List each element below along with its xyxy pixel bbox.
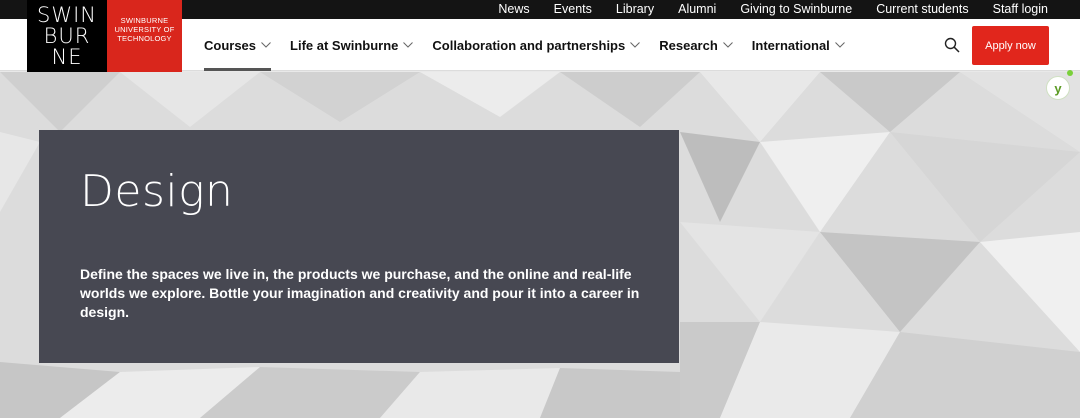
logo-mark-line: BUR (43, 23, 91, 48)
logo-wordmark-line: UNIVERSITY OF (114, 25, 175, 34)
nav-item-collaboration[interactable]: Collaboration and partnerships (432, 19, 641, 71)
utility-link-alumni[interactable]: Alumni (678, 3, 716, 16)
utility-link-library[interactable]: Library (616, 3, 654, 16)
utility-link-current-students[interactable]: Current students (876, 3, 968, 16)
nav-item-label: Courses (204, 37, 257, 53)
nav-item-label: Life at Swinburne (290, 37, 399, 53)
utility-link-events[interactable]: Events (554, 3, 592, 16)
page-title: Design (80, 166, 234, 217)
yoast-seo-badge[interactable]: y (1046, 76, 1070, 100)
logo-wordmark-line: TECHNOLOGY (117, 34, 172, 43)
nav-item-life-at-swinburne[interactable]: Life at Swinburne (290, 19, 414, 71)
nav-item-label: Research (659, 37, 718, 53)
chevron-down-icon (261, 42, 271, 48)
search-icon[interactable] (944, 37, 960, 53)
nav-item-courses[interactable]: Courses (204, 19, 272, 71)
hero-description: Define the spaces we live in, the produc… (80, 266, 640, 320)
logo-mark: SWIN BUR NE (27, 0, 107, 72)
chevron-down-icon (630, 42, 641, 48)
sparkle-icon (1067, 70, 1073, 76)
logo-mark-line: SWIN (37, 2, 97, 27)
utility-link-staff-login[interactable]: Staff login (993, 3, 1048, 16)
main-nav: Courses Life at Swinburne Collaboration … (204, 19, 864, 71)
chevron-down-icon (722, 42, 733, 48)
utility-link-news[interactable]: News (498, 3, 529, 16)
chevron-down-icon (403, 42, 414, 48)
logo-wordmark-line: SWINBURNE (120, 16, 169, 25)
nav-item-label: Collaboration and partnerships (432, 37, 626, 53)
apply-now-button[interactable]: Apply now (972, 26, 1049, 65)
logo-mark-line: NE (51, 44, 83, 69)
hero-banner: Design Define the spaces we live in, the… (0, 72, 1080, 418)
chevron-down-icon (834, 42, 845, 48)
nav-item-research[interactable]: Research (659, 19, 733, 71)
nav-item-international[interactable]: International (752, 19, 845, 71)
hero-card: Design Define the spaces we live in, the… (39, 130, 679, 363)
utility-link-giving[interactable]: Giving to Swinburne (740, 3, 852, 16)
utility-links: News Events Library Alumni Giving to Swi… (474, 0, 1048, 19)
swinburne-logo[interactable]: SWIN BUR NE SWINBURNE UNIVERSITY OF TECH… (27, 0, 182, 72)
nav-item-label: International (751, 37, 830, 53)
logo-wordmark: SWINBURNE UNIVERSITY OF TECHNOLOGY (107, 0, 182, 72)
